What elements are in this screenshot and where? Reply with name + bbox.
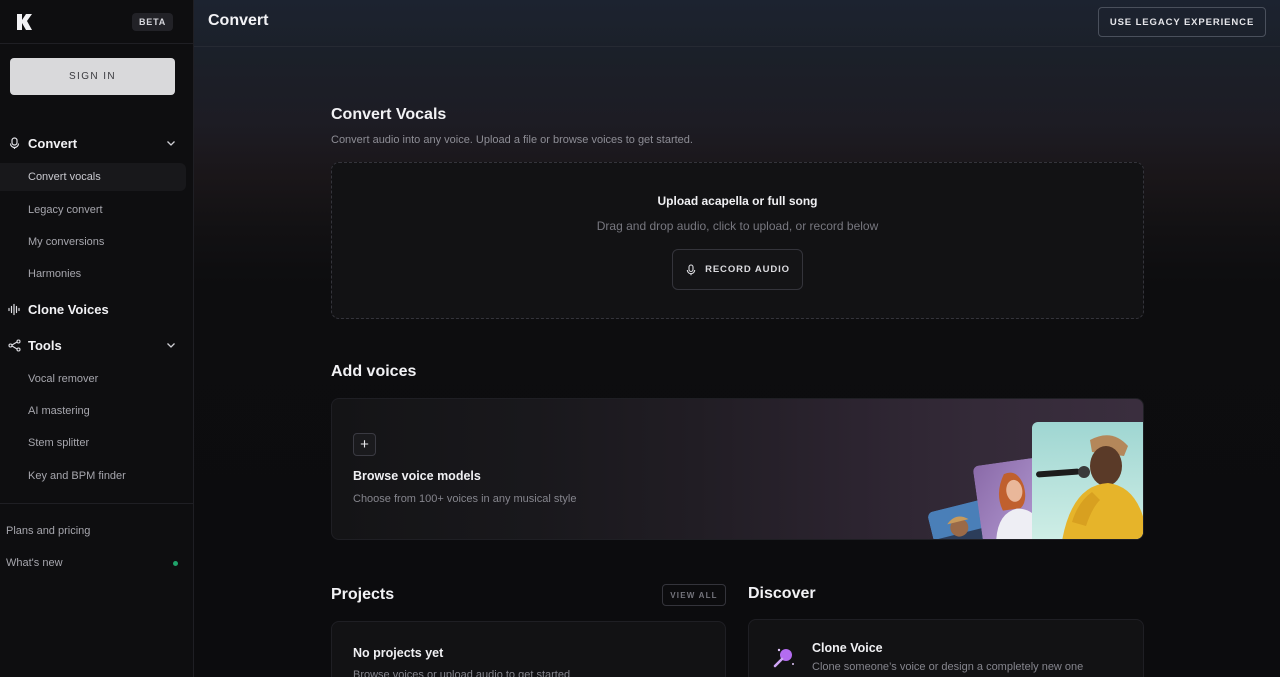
sidebar-item-harmonies[interactable]: Harmonies: [0, 260, 186, 288]
clone-voice-subtitle: Clone someone’s voice or design a comple…: [812, 661, 1084, 673]
nav-clone-voices[interactable]: Clone Voices: [8, 299, 109, 319]
divider: [0, 503, 193, 504]
sidebar-item-my-conversions[interactable]: My conversions: [0, 228, 186, 256]
nav-tools[interactable]: Tools: [8, 335, 62, 355]
projects-title: Projects: [331, 586, 395, 603]
use-legacy-experience-button[interactable]: USE LEGACY EXPERIENCE: [1098, 7, 1266, 37]
beta-badge: BETA: [132, 13, 174, 31]
no-projects-subtitle: Browse voices or upload audio to get sta…: [353, 669, 571, 677]
logo-icon[interactable]: [16, 13, 34, 31]
discover-title: Discover: [748, 585, 816, 602]
divider: [194, 46, 1280, 47]
browse-voice-models-title: Browse voice models: [353, 469, 481, 483]
nav-convert-label: Convert: [28, 135, 78, 151]
sidebar-item-vocal-remover[interactable]: Vocal remover: [0, 365, 186, 393]
add-voices-title: Add voices: [331, 363, 417, 380]
record-audio-button[interactable]: RECORD AUDIO: [672, 249, 803, 290]
whats-new-link[interactable]: What's new: [6, 557, 63, 569]
sidebar-item-ai-mastering[interactable]: AI mastering: [0, 397, 186, 425]
nav-clone-voices-label: Clone Voices: [28, 301, 109, 317]
sidebar-item-convert-vocals[interactable]: Convert vocals: [0, 163, 186, 191]
no-projects-title: No projects yet: [353, 646, 444, 660]
convert-vocals-subtitle: Convert audio into any voice. Upload a f…: [331, 134, 693, 146]
plus-icon[interactable]: +: [353, 433, 376, 456]
main-content: Convert USE LEGACY EXPERIENCE Convert Vo…: [194, 0, 1280, 677]
new-indicator-dot: [173, 561, 178, 566]
upload-subtitle: Drag and drop audio, click to upload, or…: [596, 219, 879, 233]
clone-voice-title: Clone Voice: [812, 641, 883, 655]
sidebar: BETA SIGN IN Convert Convert vocals Lega…: [0, 0, 194, 677]
upload-dropzone[interactable]: Upload acapella or full song Drag and dr…: [331, 162, 1144, 319]
microphone-icon: [686, 263, 696, 275]
chevron-down-icon[interactable]: [165, 339, 177, 351]
page-title: Convert: [208, 12, 269, 29]
sign-in-button[interactable]: SIGN IN: [10, 58, 175, 95]
waveform-icon: [8, 303, 20, 315]
share-nodes-icon: [8, 338, 21, 352]
sidebar-item-key-bpm-finder[interactable]: Key and BPM finder: [0, 462, 186, 490]
microphone-icon: [9, 136, 20, 149]
clone-voice-card[interactable]: Clone Voice Clone someone’s voice or des…: [748, 619, 1144, 677]
browse-voice-models-subtitle: Choose from 100+ voices in any musical s…: [353, 493, 577, 505]
artist-photo: [1032, 422, 1143, 539]
record-audio-label: RECORD AUDIO: [705, 264, 790, 275]
view-all-button[interactable]: VIEW ALL: [662, 584, 726, 606]
scrollbar[interactable]: [1274, 47, 1280, 677]
nav-convert[interactable]: Convert: [8, 133, 77, 153]
convert-vocals-title: Convert Vocals: [331, 106, 447, 123]
sidebar-item-legacy-convert[interactable]: Legacy convert: [0, 196, 186, 224]
nav-tools-label: Tools: [28, 337, 62, 353]
chevron-down-icon[interactable]: [165, 137, 177, 149]
magic-microphone-icon: [773, 648, 794, 668]
browse-voice-models-card[interactable]: + Browse voice models Choose from 100+ v…: [331, 398, 1144, 540]
upload-title: Upload acapella or full song: [657, 194, 818, 208]
projects-empty-card: No projects yet Browse voices or upload …: [331, 621, 726, 677]
sidebar-item-stem-splitter[interactable]: Stem splitter: [0, 429, 186, 457]
divider: [0, 43, 193, 44]
plans-pricing-link[interactable]: Plans and pricing: [6, 525, 90, 537]
